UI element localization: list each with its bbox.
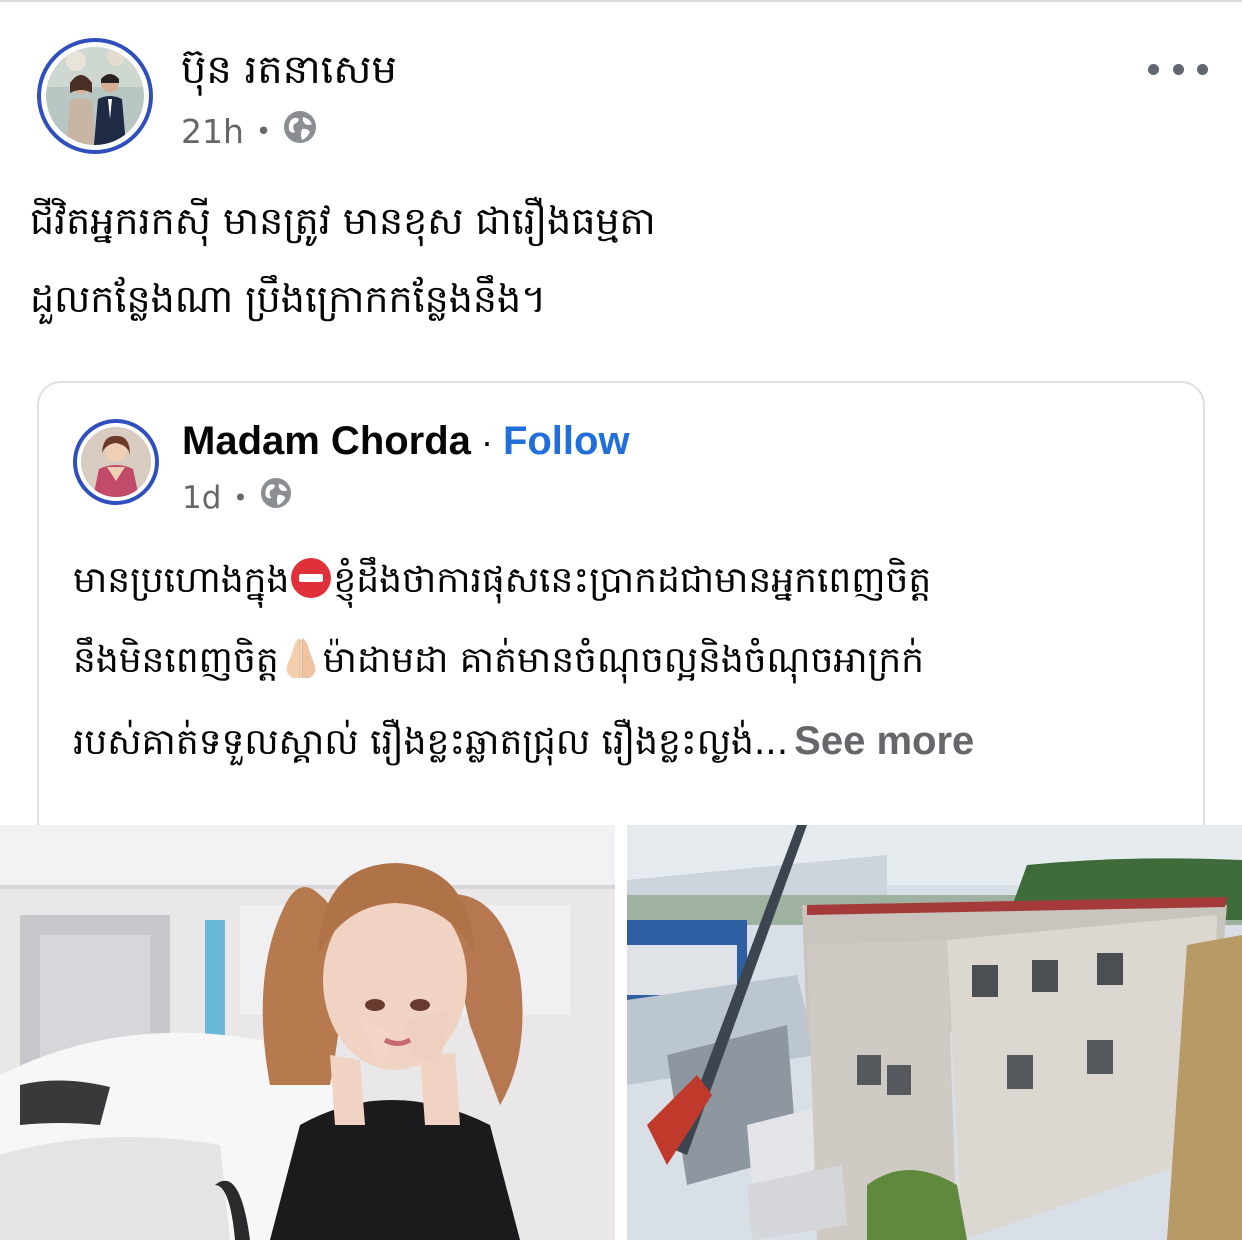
follow-button[interactable]: Follow [503,419,630,464]
more-options-icon[interactable] [1148,52,1208,86]
text-segment: ខ្ញុំដឹងថាការផុសនេះប្រាកដជាមានអ្នកពេញចិត… [333,560,932,601]
author-avatar[interactable] [37,38,153,154]
photo-woman-with-car[interactable] [0,825,615,1240]
meta-dot: • [233,484,248,512]
dot [1172,63,1184,75]
globe-icon [283,110,317,153]
post-text-line: ជីវិតអ្នករកស៊ី មានត្រូវ មានខុស ជារឿងធម្ម… [30,199,656,243]
separator-dot: · [480,421,493,462]
no-entry-emoji-icon [291,558,332,598]
see-more-link[interactable]: See more [794,719,974,763]
shared-author-avatar[interactable] [73,419,159,505]
shared-post-card[interactable]: Madam Chorda · Follow 1d • មានប្រហោងក្នុ… [37,381,1205,881]
shared-text-line-1: មានប្រហោងក្នុង ខ្ញុំដឹងថាការផុសនេះប្រាកដជ… [73,541,1183,621]
shared-text-line-3: របស់គាត់ទទួលស្គាល់ រឿងខ្លះឆ្លាតជ្រុល រឿង… [73,701,1183,783]
shared-text: មានប្រហោងក្នុង ខ្ញុំដឹងថាការផុសនេះប្រាកដជ… [73,541,1183,783]
author-name[interactable]: ប៊ុន រតនាសេម [181,42,397,98]
dot [1148,63,1159,75]
top-divider [0,0,1242,2]
dot [1197,63,1208,75]
post-text: ជីវិតអ្នករកស៊ី មានត្រូវ មានខុស ជារឿងធម្ម… [30,182,1210,338]
photo-building-construction[interactable] [627,825,1242,1240]
shared-header: Madam Chorda · Follow [182,413,630,469]
shared-text-line-2: នឹងមិនពេញចិត្ត ម៉ាដាមដា គាត់មានចំណុចល្អនិ… [73,621,1183,701]
post-meta: 21h • [181,110,317,153]
shared-author-avatar-photo [81,427,151,497]
author-avatar-photo [46,47,144,145]
shared-time[interactable]: 1d [182,478,221,518]
shared-meta: 1d • [182,477,292,519]
text-segment: ម៉ាដាមដា គាត់មានចំណុចល្អនិងចំណុចអាក្រក់ [322,640,925,681]
text-segment: នឹងមិនពេញចិត្ត [73,640,279,681]
meta-dot: • [255,116,272,147]
shared-author-name[interactable]: Madam Chorda [182,413,471,469]
post-time[interactable]: 21h [181,112,244,152]
text-segment: របស់គាត់ទទួលស្គាល់ រឿងខ្លះឆ្លាតជ្រុល រឿង… [73,722,789,763]
text-segment: មានប្រហោងក្នុង [73,560,290,601]
post-text-line: ដួលកន្លែងណា ប្រឹងក្រោកកន្លែងនឹង។ [30,277,547,321]
folded-hands-emoji-icon [286,638,316,678]
globe-icon [260,477,292,519]
